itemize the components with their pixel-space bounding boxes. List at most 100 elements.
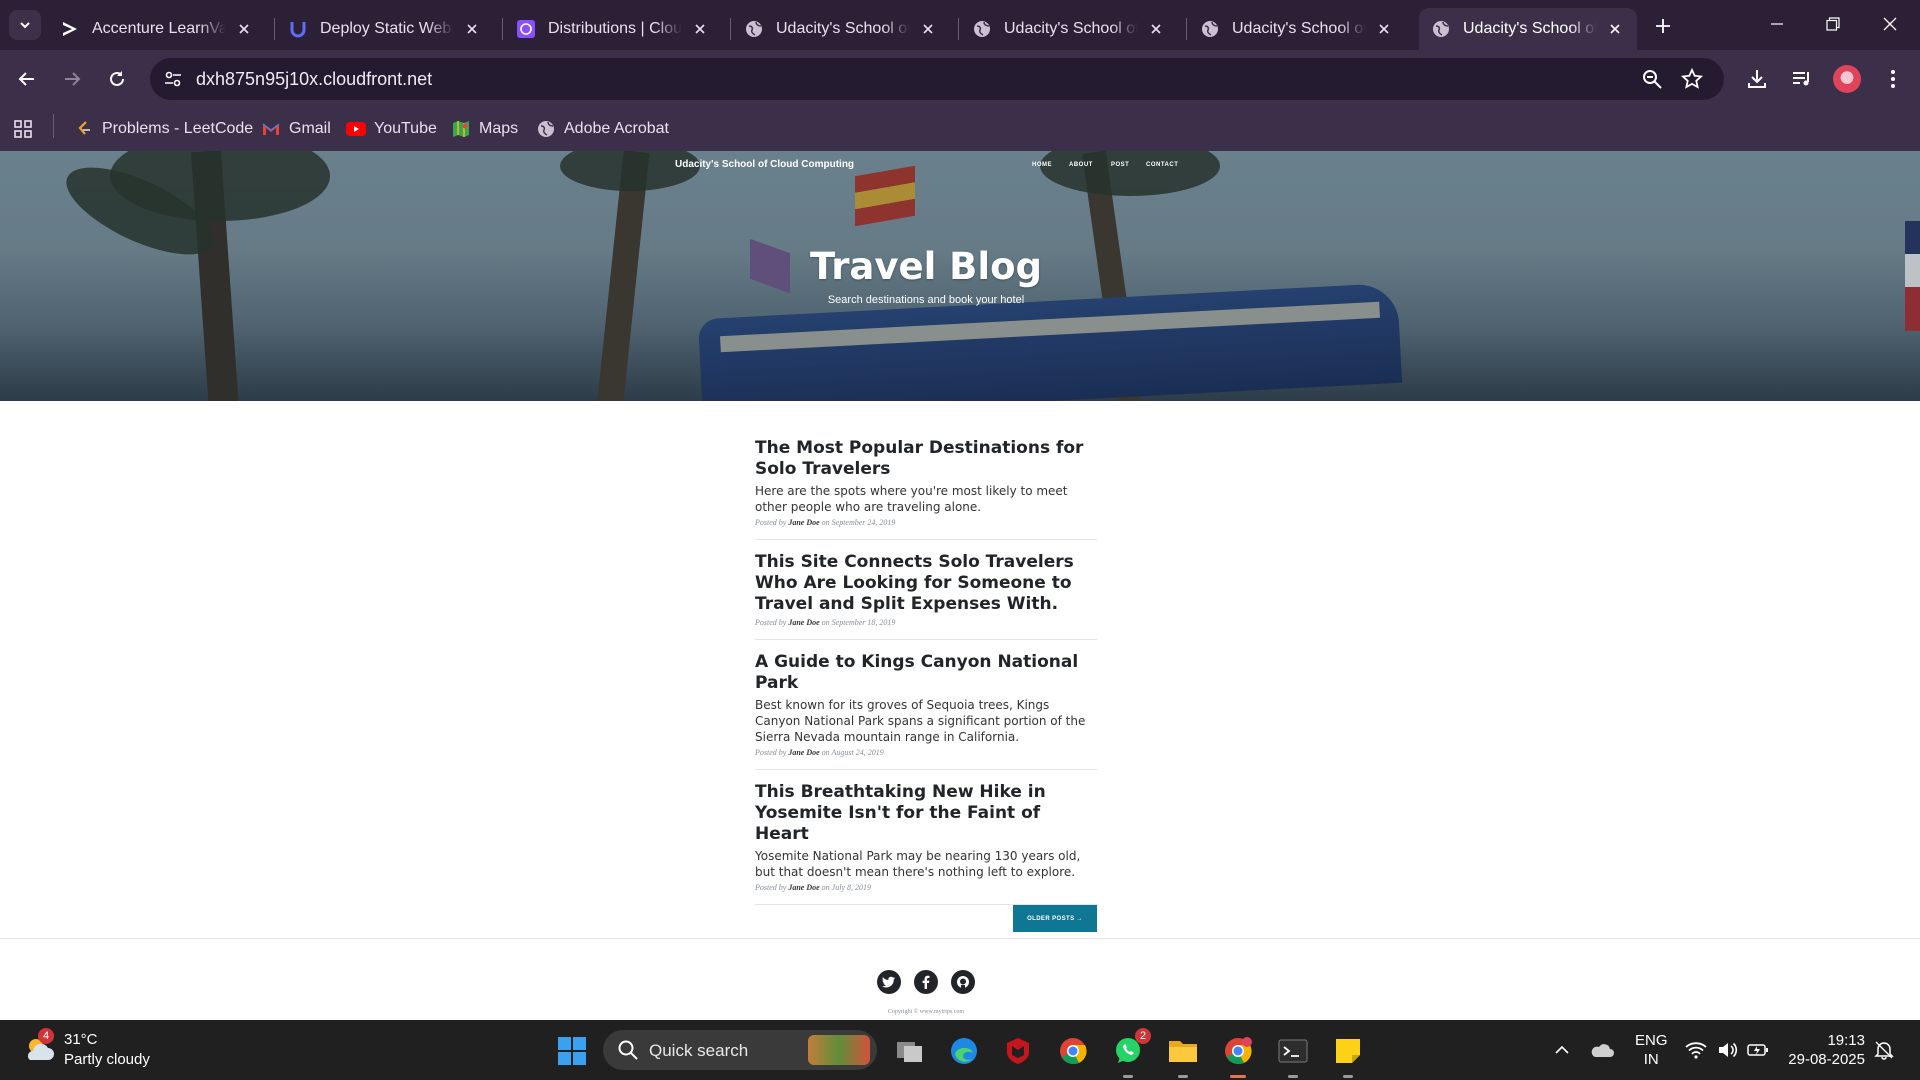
- site-info-icon[interactable]: [160, 66, 186, 92]
- close-icon[interactable]: [1146, 19, 1166, 39]
- bookmark-maps[interactable]: Maps: [451, 116, 518, 142]
- post-title[interactable]: A Guide to Kings Canyon National Park: [755, 652, 1097, 694]
- zoom-icon[interactable]: [1640, 67, 1664, 91]
- volume-tray[interactable]: [1716, 1038, 1740, 1062]
- post-title[interactable]: The Most Popular Destinations for Solo T…: [755, 438, 1097, 480]
- post-preview[interactable]: A Guide to Kings Canyon National Park Be…: [755, 652, 1097, 770]
- github-icon[interactable]: [951, 970, 975, 994]
- tab-separator: [958, 18, 959, 40]
- bookmark-youtube[interactable]: YouTube: [346, 116, 437, 142]
- post-author[interactable]: Jane Doe: [788, 518, 819, 527]
- notifications-tray[interactable]: [1872, 1038, 1896, 1062]
- show-hidden-icons-button[interactable]: [1550, 1038, 1574, 1062]
- facebook-icon[interactable]: [914, 970, 938, 994]
- tab-udacity-3[interactable]: Udacity's School of Cloud: [1188, 8, 1406, 50]
- globe-icon: [744, 19, 764, 39]
- post-preview[interactable]: This Breathtaking New Hike in Yosemite I…: [755, 782, 1097, 905]
- chevron-down-icon: [20, 22, 30, 29]
- new-tab-button[interactable]: [1649, 12, 1677, 40]
- reload-button[interactable]: [100, 62, 134, 96]
- older-posts-button[interactable]: OLDER POSTS →: [1013, 905, 1097, 932]
- bookmarks-divider: [53, 114, 54, 138]
- apps-button[interactable]: [13, 116, 33, 142]
- tab-search-button[interactable]: [9, 10, 41, 40]
- tab-title: Distributions | CloudFront: [548, 20, 682, 37]
- bookmark-label: YouTube: [374, 120, 437, 137]
- edge-app[interactable]: [947, 1034, 981, 1068]
- close-icon[interactable]: [690, 19, 710, 39]
- bookmark-star-icon[interactable]: [1680, 67, 1704, 91]
- nav-home[interactable]: HOME: [1032, 162, 1052, 168]
- chrome-icon: [1060, 1038, 1087, 1065]
- leetcode-icon: [74, 119, 94, 139]
- minimize-button[interactable]: [1753, 8, 1801, 40]
- input-language[interactable]: ENG IN: [1635, 1031, 1668, 1069]
- close-icon[interactable]: [1605, 19, 1625, 39]
- taskbar-search[interactable]: Quick search: [603, 1030, 877, 1070]
- site-brand[interactable]: Udacity's School of Cloud Computing: [675, 159, 854, 170]
- bookmark-label: Problems - LeetCode: [102, 120, 254, 137]
- post-author[interactable]: Jane Doe: [788, 618, 819, 627]
- restore-button[interactable]: [1809, 8, 1857, 40]
- chrome-profile-app[interactable]: [1221, 1034, 1255, 1078]
- close-icon[interactable]: [234, 19, 254, 39]
- tab-accenture[interactable]: Accenture LearnVantage: [48, 8, 266, 50]
- nav-post[interactable]: POST: [1111, 162, 1129, 168]
- close-icon[interactable]: [918, 19, 938, 39]
- browser-window: Accenture LearnVantage Deploy Static Web…: [0, 0, 1920, 151]
- bookmark-label: Gmail: [289, 120, 331, 137]
- nav-about[interactable]: ABOUT: [1069, 162, 1093, 168]
- post-title[interactable]: This Breathtaking New Hike in Yosemite I…: [755, 782, 1097, 845]
- post-preview[interactable]: The Most Popular Destinations for Solo T…: [755, 438, 1097, 540]
- browser-menu-button[interactable]: [1876, 62, 1910, 96]
- system-clock[interactable]: 19:13 29-08-2025: [1787, 1031, 1865, 1069]
- tab-separator: [1186, 18, 1187, 40]
- close-icon[interactable]: [1374, 19, 1394, 39]
- network-tray[interactable]: [1684, 1038, 1708, 1062]
- profile-avatar[interactable]: [1833, 65, 1861, 93]
- whatsapp-app[interactable]: 2: [1111, 1028, 1151, 1078]
- tab-udacity-1[interactable]: Udacity's School of Cloud: [732, 8, 950, 50]
- close-icon[interactable]: [462, 19, 482, 39]
- tab-separator: [502, 18, 503, 40]
- running-indicator: [1343, 1075, 1353, 1078]
- downloads-button[interactable]: [1740, 62, 1774, 96]
- close-icon: [1883, 17, 1897, 31]
- twitter-icon[interactable]: [877, 970, 901, 994]
- tab-cloudfront-distributions[interactable]: Distributions | CloudFront: [504, 8, 722, 50]
- terminal-app[interactable]: [1276, 1034, 1310, 1078]
- bookmark-gmail[interactable]: Gmail: [261, 116, 331, 142]
- tab-udacity-active[interactable]: Udacity's School of Cloud: [1419, 8, 1637, 50]
- weather-condition[interactable]: Partly cloudy: [64, 1051, 150, 1068]
- gmail-icon: [261, 119, 281, 139]
- onedrive-tray[interactable]: [1590, 1038, 1614, 1062]
- chrome-app[interactable]: [1056, 1034, 1090, 1068]
- post-author[interactable]: Jane Doe: [788, 883, 819, 892]
- post-title[interactable]: This Site Connects Solo Travelers Who Ar…: [755, 552, 1097, 615]
- clock-time: 19:13: [1827, 1032, 1865, 1049]
- file-explorer-app[interactable]: [1166, 1034, 1200, 1078]
- bookmark-leetcode[interactable]: Problems - LeetCode: [74, 116, 253, 142]
- task-view-app[interactable]: [893, 1034, 927, 1068]
- tab-title: Udacity's School of Cloud: [1463, 20, 1597, 37]
- post-meta: Posted by Jane Doe on September 18, 2019: [755, 618, 896, 627]
- back-button[interactable]: [10, 62, 44, 96]
- nav-contact[interactable]: CONTACT: [1146, 162, 1178, 168]
- forward-button[interactable]: [55, 62, 89, 96]
- post-preview[interactable]: This Site Connects Solo Travelers Who Ar…: [755, 552, 1097, 640]
- address-bar[interactable]: dxh875n95j10x.cloudfront.net: [150, 58, 1724, 100]
- back-arrow-icon: [18, 72, 34, 86]
- windows-start-icon[interactable]: [556, 1035, 588, 1067]
- tab-deploy-static-website[interactable]: Deploy Static Website: [276, 8, 494, 50]
- mcafee-app[interactable]: [1001, 1034, 1035, 1068]
- battery-tray[interactable]: [1746, 1038, 1770, 1062]
- close-window-button[interactable]: [1866, 8, 1914, 40]
- url-text[interactable]: dxh875n95j10x.cloudfront.net: [196, 69, 432, 90]
- tab-udacity-2[interactable]: Udacity's School of Cloud: [960, 8, 1178, 50]
- media-control-button[interactable]: [1785, 62, 1819, 96]
- sticky-notes-app[interactable]: [1331, 1034, 1365, 1078]
- weather-temperature[interactable]: 31°C: [64, 1031, 98, 1048]
- apps-grid-icon: [14, 120, 32, 138]
- bookmark-adobe-acrobat[interactable]: Adobe Acrobat: [536, 116, 669, 142]
- post-author[interactable]: Jane Doe: [788, 748, 819, 757]
